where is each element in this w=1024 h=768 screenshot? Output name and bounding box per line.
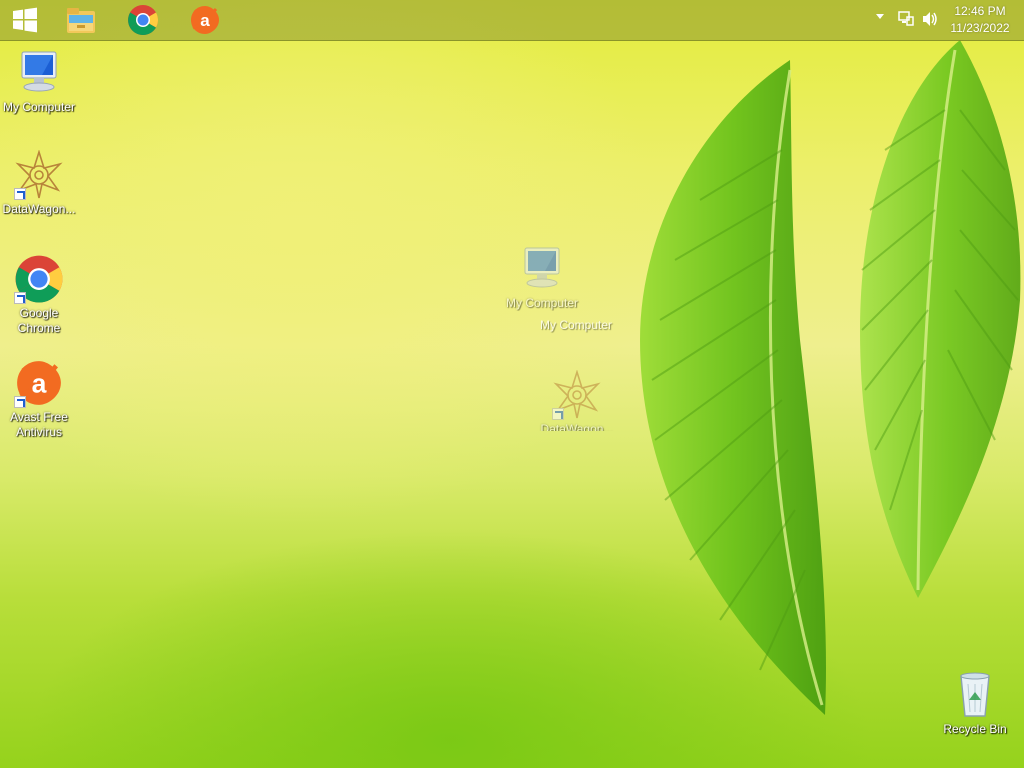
- dragged-icon-label: DataWagon...: [540, 422, 614, 431]
- dragged-icon-my-computer: My Computer: [503, 244, 581, 311]
- volume-icon[interactable]: [922, 11, 938, 27]
- chevron-up-icon[interactable]: [876, 14, 884, 19]
- start-button[interactable]: [0, 2, 50, 38]
- taskbar: a 12:46 PM 11/23/2022: [0, 0, 1024, 41]
- desktop-icon-datawagon[interactable]: DataWagon...: [0, 149, 78, 217]
- desktop-wallpaper: [640, 40, 1021, 715]
- shortcut-arrow-icon: [14, 396, 26, 408]
- desktop-icon-avast[interactable]: a Avast Free Antivirus: [0, 358, 78, 440]
- svg-text:a: a: [200, 11, 210, 30]
- dragged-icon-label: My Computer: [505, 296, 579, 310]
- shortcut-arrow-icon: [14, 292, 26, 304]
- computer-icon: [21, 51, 57, 92]
- dragged-icon-datawagon: DataWagon...: [538, 369, 616, 431]
- desktop-icon-label: My Computer: [2, 100, 76, 114]
- dragged-label-copy: My Computer: [540, 318, 613, 332]
- shortcut-arrow-icon: [14, 188, 26, 200]
- desktop-icon-label: DataWagon...: [2, 202, 76, 216]
- clock-time: 12:46 PM: [954, 4, 1006, 18]
- file-explorer-icon: [67, 8, 95, 33]
- avast-icon: a: [191, 6, 219, 34]
- recycle-bin-icon: [960, 672, 990, 717]
- clock-date: 11/23/2022: [950, 21, 1010, 35]
- desktop-icon-label: Avast Free Antivirus: [10, 410, 68, 439]
- svg-text:a: a: [32, 368, 47, 398]
- shortcut-arrow-icon: [552, 408, 564, 420]
- desktop-icon-label: Recycle Bin: [943, 722, 1007, 736]
- windows-logo-icon: [13, 7, 37, 33]
- desktop-icon-google-chrome[interactable]: Google Chrome: [0, 254, 78, 336]
- taskbar-avast[interactable]: a: [180, 2, 230, 38]
- taskbar-google-chrome[interactable]: [118, 2, 168, 38]
- clock[interactable]: 12:46 PM 11/23/2022: [942, 3, 1018, 37]
- desktop-icon-recycle-bin[interactable]: Recycle Bin: [936, 670, 1014, 737]
- network-icon[interactable]: [898, 11, 914, 27]
- computer-icon: [524, 247, 560, 288]
- taskbar-file-explorer[interactable]: [56, 2, 106, 38]
- desktop-icon-my-computer[interactable]: My Computer: [0, 48, 78, 115]
- desktop-icon-label: Google Chrome: [17, 306, 61, 335]
- chrome-icon: [128, 5, 159, 36]
